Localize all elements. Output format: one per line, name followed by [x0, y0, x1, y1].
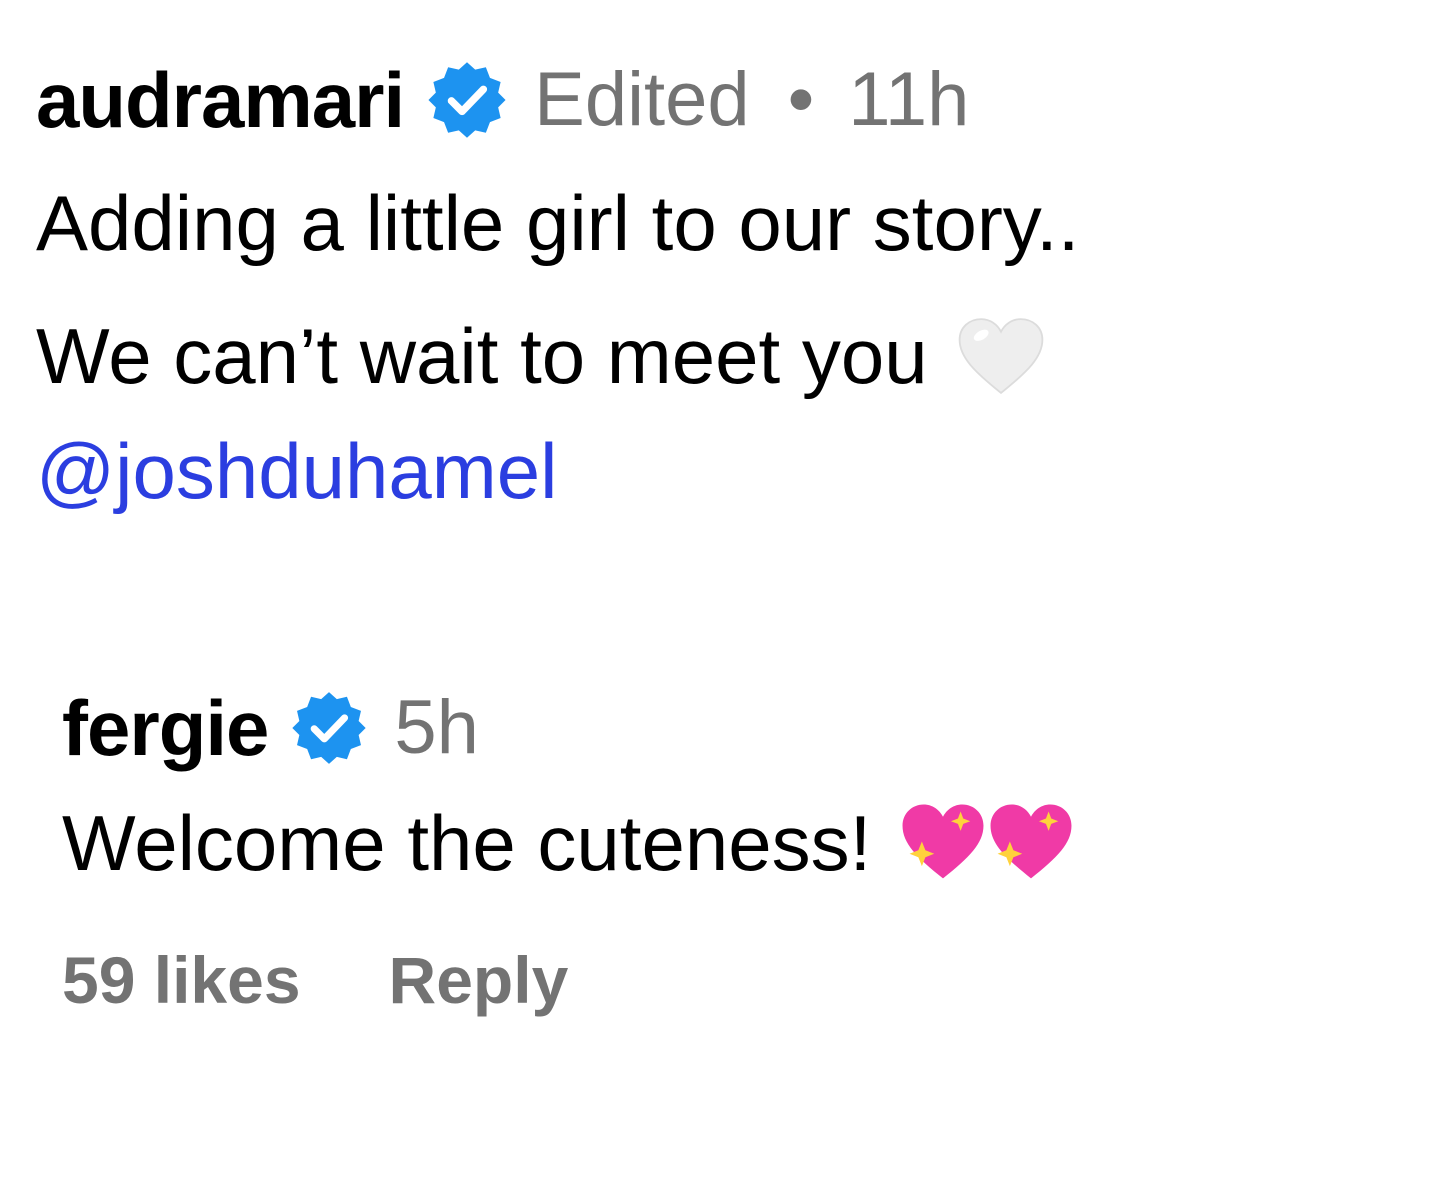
- meta-separator: •: [787, 57, 815, 142]
- caption-line-1: Adding a little girl to our story..: [36, 179, 1080, 267]
- mention-link[interactable]: @joshduhamel: [36, 414, 1416, 529]
- sparkling-heart-icon: [902, 804, 984, 879]
- edited-label: Edited: [534, 57, 750, 142]
- emoji-group: [899, 799, 1075, 883]
- comment-actions: 59 likes Reply: [62, 947, 1402, 1013]
- caption-line-2-text: We can’t wait to meet you: [36, 312, 928, 400]
- comment: fergie 5h Welcome the cuteness! 59 likes…: [62, 680, 1402, 1013]
- post-username[interactable]: audramari: [36, 61, 405, 139]
- post-timestamp[interactable]: 11h: [848, 62, 969, 138]
- comment-header: fergie 5h: [62, 680, 1402, 776]
- post-caption: audramari Edited • 11h Adding a little g…: [36, 52, 1416, 529]
- caption-line-2: We can’t wait to meet you: [36, 299, 1416, 414]
- verified-badge-icon: [426, 59, 508, 141]
- verified-badge-icon: [290, 689, 368, 767]
- likes-count[interactable]: 59 likes: [62, 947, 301, 1013]
- sparkling-heart-icon: [990, 804, 1072, 879]
- post-header: audramari Edited • 11h: [36, 52, 1416, 148]
- comment-text-line: Welcome the cuteness!: [62, 786, 1402, 901]
- comment-text: Welcome the cuteness!: [62, 799, 872, 887]
- comment-timestamp[interactable]: 5h: [394, 690, 479, 766]
- comment-username[interactable]: fergie: [62, 689, 269, 767]
- white-heart-icon: [956, 315, 1046, 397]
- reply-button[interactable]: Reply: [389, 947, 569, 1013]
